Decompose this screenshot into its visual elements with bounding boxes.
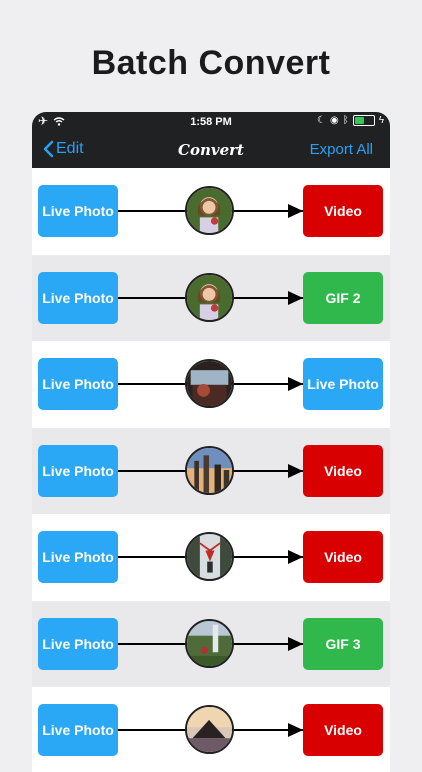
target-format-button[interactable]: Video <box>303 185 383 237</box>
waterfall-person-image <box>187 534 232 579</box>
conversion-row[interactable]: Live Photo GIF 3 <box>32 600 390 687</box>
photo-thumbnail[interactable] <box>185 705 234 754</box>
conversion-row[interactable]: Live Photo Video <box>32 427 390 514</box>
arrow-head-icon <box>288 550 303 564</box>
car-interior-image <box>187 361 232 406</box>
export-all-button[interactable]: Export All <box>310 141 373 158</box>
target-format-button[interactable]: Video <box>303 444 383 497</box>
battery-icon <box>352 115 375 126</box>
target-format-button[interactable]: Live Photo <box>303 358 383 410</box>
conversion-row[interactable]: Live Photo Live Photo <box>32 341 390 428</box>
arrow-head-icon <box>288 463 303 478</box>
target-format-button[interactable]: Video <box>303 704 383 756</box>
photo-thumbnail[interactable] <box>185 272 234 322</box>
target-format-button[interactable]: GIF 3 <box>303 617 383 670</box>
photo-thumbnail[interactable] <box>185 618 234 668</box>
arrow-head-icon <box>288 290 303 305</box>
source-format-button[interactable]: Live Photo <box>38 704 118 756</box>
photo-thumbnail[interactable] <box>185 186 234 235</box>
target-format-button[interactable]: GIF 2 <box>303 271 383 324</box>
source-format-button[interactable]: Live Photo <box>38 444 118 497</box>
source-format-button[interactable]: Live Photo <box>38 271 118 324</box>
charging-icon: ϟ <box>378 115 384 126</box>
source-format-button[interactable]: Live Photo <box>38 531 118 583</box>
photo-thumbnail[interactable] <box>185 359 234 408</box>
alarm-icon: ◉ <box>329 115 339 126</box>
photo-thumbnail[interactable] <box>185 445 234 495</box>
girl-portrait-image <box>187 188 232 233</box>
conversion-row[interactable]: Live Photo Video <box>32 168 390 255</box>
target-format-button[interactable]: Video <box>303 531 383 583</box>
arrow-head-icon <box>288 204 303 218</box>
conversion-list: Live Photo Video Live Photo GIF 2 Live Photo… <box>32 168 390 772</box>
status-right-icons: ☾ ◉ ᛒ ϟ <box>317 115 384 126</box>
conversion-row[interactable]: Live Photo Video <box>32 687 390 772</box>
source-format-button[interactable]: Live Photo <box>38 358 118 410</box>
conversion-row[interactable]: Live Photo Video <box>32 514 390 601</box>
headline: Batch Convert <box>91 44 331 82</box>
girl-portrait-image <box>187 274 232 320</box>
arrow-head-icon <box>288 723 303 737</box>
status-bar: ✈ 1:58 PM ☾ ◉ ᛒ ϟ <box>32 112 390 132</box>
phone-screen: ✈ 1:58 PM ☾ ◉ ᛒ ϟ Edit Convert Export Al… <box>32 112 390 772</box>
source-format-button[interactable]: Live Photo <box>38 185 118 237</box>
bluetooth-icon: ᛒ <box>342 115 349 126</box>
mountain-sunset-image <box>187 707 232 752</box>
source-format-button[interactable]: Live Photo <box>38 617 118 670</box>
photo-thumbnail[interactable] <box>185 532 234 581</box>
waterfall-hike-image <box>187 620 232 666</box>
arrow-head-icon <box>288 636 303 651</box>
conversion-row[interactable]: Live Photo GIF 2 <box>32 254 390 341</box>
arrow-head-icon <box>288 377 303 391</box>
moon-icon: ☾ <box>317 115 326 126</box>
navigation-bar: Edit Convert Export All <box>32 132 390 168</box>
city-sunset-image <box>187 447 232 493</box>
